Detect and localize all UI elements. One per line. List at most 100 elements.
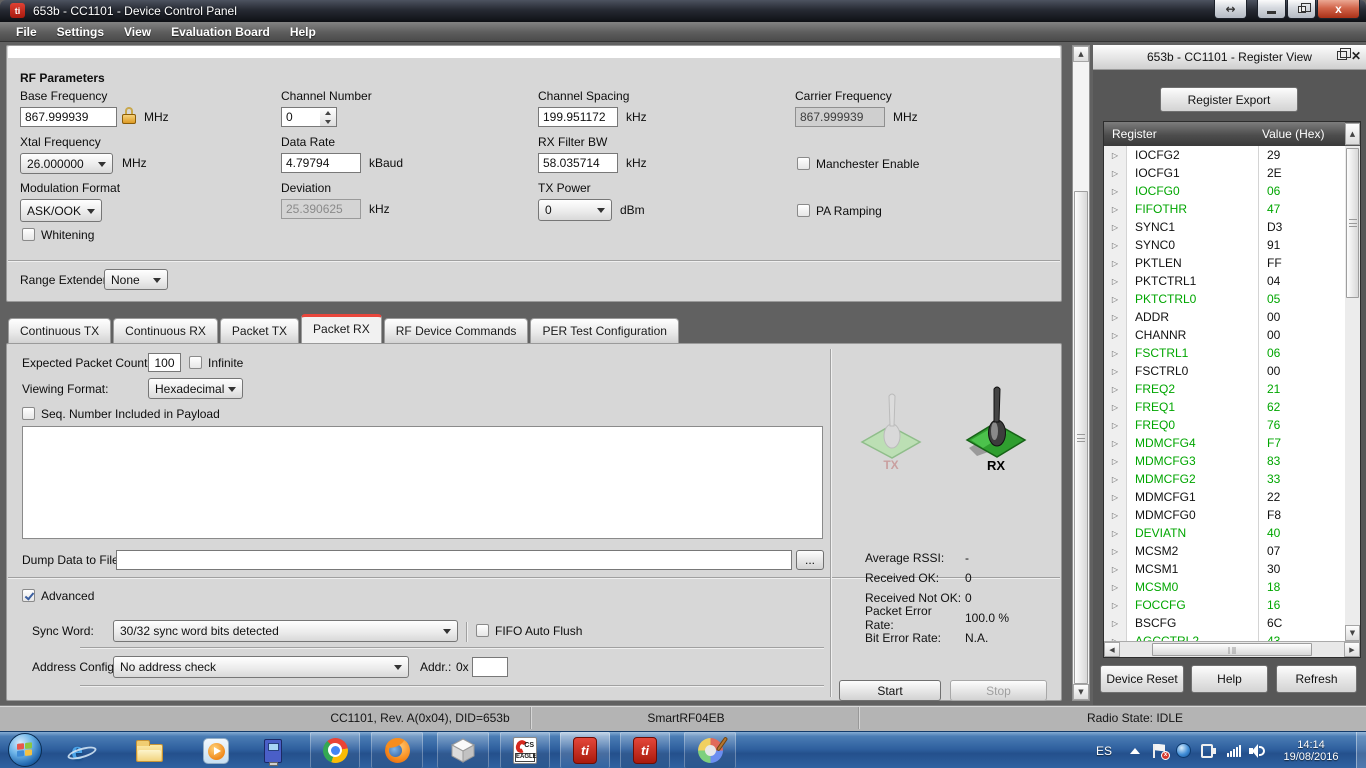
tab[interactable]: Continuous RX — [113, 318, 218, 343]
expander-icon[interactable]: ▷ — [1104, 223, 1126, 232]
xtal-frequency-select[interactable]: 26.000000 — [20, 153, 113, 174]
register-row[interactable]: ▷ AGCCTRL2 43 — [1104, 632, 1345, 641]
expander-icon[interactable]: ▷ — [1104, 475, 1126, 484]
network-status[interactable] — [1227, 732, 1241, 768]
expander-icon[interactable]: ▷ — [1104, 439, 1126, 448]
register-row[interactable]: ▷ PKTLEN FF — [1104, 254, 1345, 272]
undock-icon[interactable] — [1337, 48, 1351, 60]
show-desktop-button[interactable] — [1356, 732, 1366, 768]
expander-icon[interactable]: ▷ — [1104, 331, 1126, 340]
register-row[interactable]: ▷ FSCTRL1 06 — [1104, 344, 1345, 362]
tab[interactable]: Packet RX — [301, 314, 382, 343]
register-row[interactable]: ▷ DEVIATN 40 — [1104, 524, 1345, 542]
rx-filter-bw-input[interactable] — [538, 153, 618, 173]
flash-programmer-icon[interactable] — [258, 736, 288, 766]
register-row[interactable]: ▷ FSCTRL0 00 — [1104, 362, 1345, 380]
register-scroll-up-icon[interactable]: ▲ — [1345, 123, 1360, 145]
minimize-button[interactable] — [1257, 0, 1286, 19]
register-row[interactable]: ▷ FREQ0 76 — [1104, 416, 1345, 434]
main-scrollbar[interactable]: ▲ ▼ — [1072, 45, 1090, 701]
scroll-right-icon[interactable]: ▶ — [1344, 642, 1360, 657]
expected-packet-count-input[interactable] — [148, 353, 181, 372]
close-button[interactable]: x — [1317, 0, 1360, 19]
step-down-icon[interactable] — [320, 117, 336, 126]
expander-icon[interactable]: ▷ — [1104, 421, 1126, 430]
address-config-select[interactable]: No address check — [113, 656, 409, 678]
start-orb[interactable] — [8, 733, 42, 767]
lock-icon[interactable] — [121, 106, 137, 125]
expander-icon[interactable]: ▷ — [1104, 565, 1126, 574]
register-row[interactable]: ▷ SYNC1 D3 — [1104, 218, 1345, 236]
register-row[interactable]: ▷ FREQ2 21 — [1104, 380, 1345, 398]
base-frequency-input[interactable] — [20, 107, 117, 127]
modulation-format-select[interactable]: ASK/OOK — [20, 199, 102, 222]
addr-input[interactable] — [472, 657, 508, 677]
register-hscrollbar[interactable]: ◀ ▶ — [1104, 641, 1360, 657]
advanced-checkbox[interactable] — [22, 589, 35, 602]
register-row[interactable]: ▷ IOCFG1 2E — [1104, 164, 1345, 182]
tab[interactable]: Continuous TX — [8, 318, 112, 343]
main-scrollbar-thumb[interactable] — [1074, 191, 1088, 684]
register-hscrollbar-thumb[interactable] — [1152, 643, 1312, 656]
register-scrollbar-thumb[interactable] — [1346, 148, 1359, 298]
menu-view[interactable]: View — [114, 22, 161, 42]
expander-icon[interactable]: ▷ — [1104, 241, 1126, 250]
tx-power-select[interactable]: 0 — [538, 199, 612, 221]
expander-icon[interactable]: ▷ — [1104, 313, 1126, 322]
expander-icon[interactable]: ▷ — [1104, 493, 1126, 502]
register-row[interactable]: ▷ FIFOTHR 47 — [1104, 200, 1345, 218]
range-extender-select[interactable]: None — [104, 269, 168, 290]
start-button[interactable]: Start — [839, 680, 941, 701]
viewing-format-select[interactable]: Hexadecimal — [148, 378, 243, 399]
fifo-auto-flush-checkbox[interactable] — [476, 624, 489, 637]
design-tool-taskbar-button[interactable] — [684, 732, 736, 768]
menu-help[interactable]: Help — [280, 22, 326, 42]
pa-ramping-checkbox[interactable] — [797, 204, 810, 217]
expander-icon[interactable]: ▷ — [1104, 385, 1126, 394]
expander-icon[interactable]: ▷ — [1104, 583, 1126, 592]
media-player-icon[interactable] — [201, 736, 231, 766]
register-row[interactable]: ▷ MDMCFG0 F8 — [1104, 506, 1345, 524]
register-row[interactable]: ▷ FREQ1 62 — [1104, 398, 1345, 416]
register-row[interactable]: ▷ MCSM0 18 — [1104, 578, 1345, 596]
menu-file[interactable]: File — [6, 22, 47, 42]
action-center-flag[interactable]: x — [1153, 732, 1170, 768]
step-up-icon[interactable] — [320, 108, 336, 117]
register-row[interactable]: ▷ MDMCFG3 83 — [1104, 452, 1345, 470]
register-row[interactable]: ▷ ADDR 00 — [1104, 308, 1345, 326]
safely-remove-hardware[interactable] — [1201, 732, 1216, 768]
register-row[interactable]: ▷ PKTCTRL1 04 — [1104, 272, 1345, 290]
chrome-taskbar-button[interactable] — [310, 732, 360, 768]
language-indicator[interactable]: ES — [1096, 732, 1112, 768]
sync-word-select[interactable]: 30/32 sync word bits detected — [113, 620, 458, 642]
menu-settings[interactable]: Settings — [47, 22, 114, 42]
expander-icon[interactable]: ▷ — [1104, 511, 1126, 520]
restore-button[interactable] — [1287, 0, 1316, 19]
tray-app[interactable] — [1176, 732, 1191, 768]
dump-data-input[interactable] — [116, 550, 792, 570]
seq-number-checkbox[interactable] — [22, 407, 35, 420]
scroll-down-icon[interactable]: ▼ — [1073, 684, 1089, 700]
channel-number-stepper[interactable] — [320, 107, 337, 127]
file-explorer-icon[interactable] — [134, 736, 164, 766]
expander-icon[interactable]: ▷ — [1104, 601, 1126, 610]
register-export-button[interactable]: Register Export — [1160, 87, 1298, 112]
expander-icon[interactable]: ▷ — [1104, 457, 1126, 466]
whitening-checkbox[interactable] — [22, 228, 35, 241]
help-button[interactable]: Help — [1191, 665, 1268, 693]
stop-button[interactable]: Stop — [950, 680, 1047, 701]
register-row[interactable]: ▷ CHANNR 00 — [1104, 326, 1345, 344]
packet-data-view[interactable] — [22, 426, 823, 539]
tab[interactable]: Packet TX — [219, 318, 300, 343]
smartrf-studio-taskbar-button[interactable]: ti — [560, 732, 610, 768]
firefox-taskbar-button[interactable] — [371, 732, 423, 768]
device-reset-button[interactable]: Device Reset — [1100, 665, 1184, 693]
register-row[interactable]: ▷ MDMCFG1 22 — [1104, 488, 1345, 506]
eagle-cad-taskbar-button[interactable]: CS EAGLE — [500, 732, 550, 768]
register-scrollbar[interactable]: ▼ — [1345, 146, 1360, 641]
expander-icon[interactable]: ▷ — [1104, 187, 1126, 196]
register-row[interactable]: ▷ FOCCFG 16 — [1104, 596, 1345, 614]
show-hidden-icons[interactable] — [1130, 732, 1140, 768]
expander-icon[interactable]: ▷ — [1104, 619, 1126, 628]
register-row[interactable]: ▷ MCSM1 30 — [1104, 560, 1345, 578]
